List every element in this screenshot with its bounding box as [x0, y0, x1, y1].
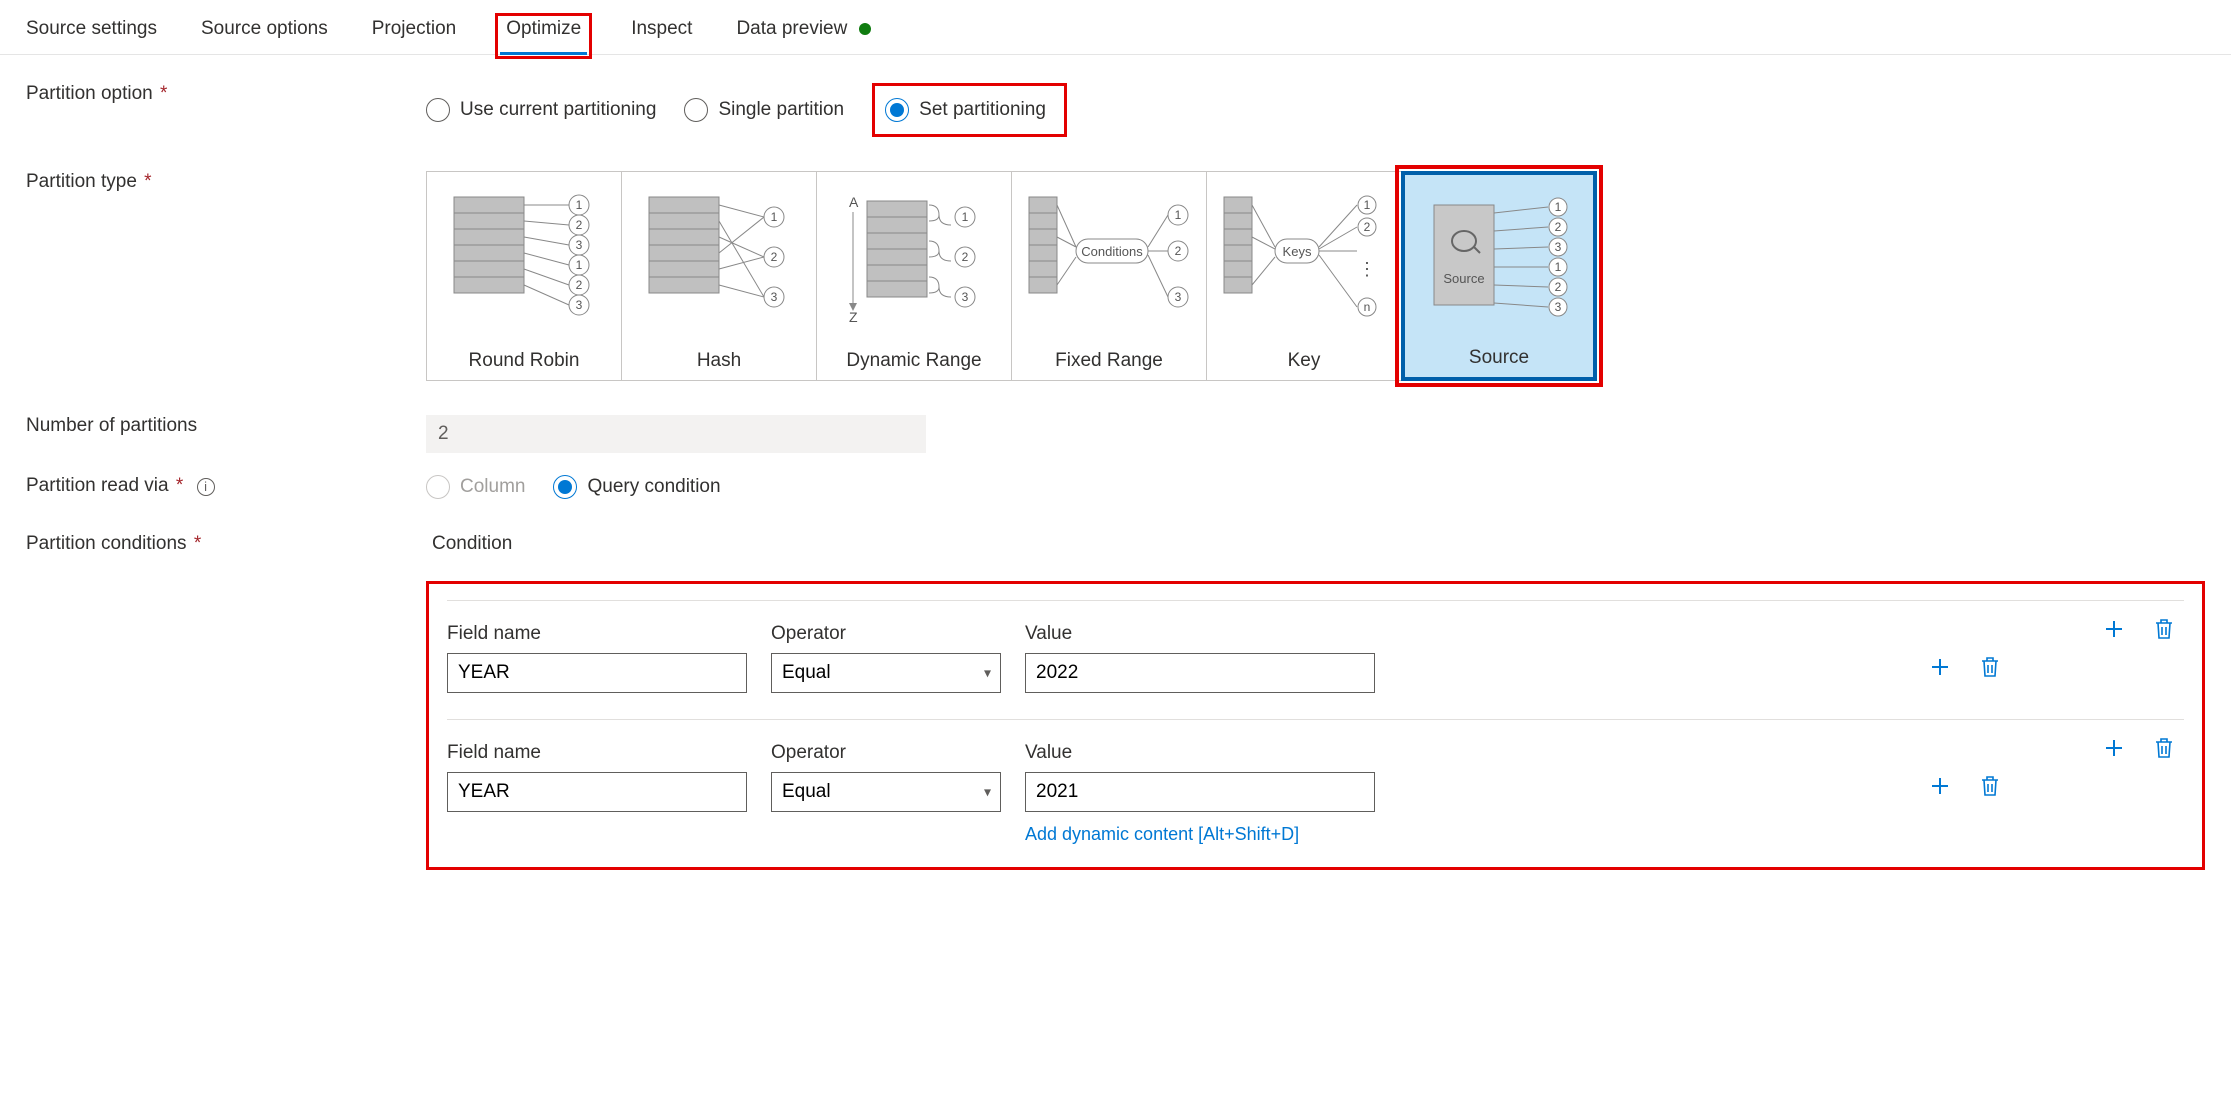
label-partition-conditions: Partition conditions *: [26, 533, 426, 555]
svg-text:2: 2: [1555, 280, 1562, 294]
label-operator: Operator: [771, 623, 1001, 645]
tile-illustration: Conditions 1 2 3: [1012, 172, 1206, 342]
tab-source-options[interactable]: Source options: [201, 18, 328, 54]
label-number-of-partitions: Number of partitions: [26, 415, 426, 437]
svg-text:Conditions: Conditions: [1081, 244, 1143, 259]
value-input[interactable]: [1025, 653, 1375, 693]
svg-text:3: 3: [771, 290, 778, 304]
radio-use-current-partitioning[interactable]: Use current partitioning: [426, 98, 656, 122]
delete-condition-button[interactable]: [2150, 734, 2178, 762]
info-icon[interactable]: i: [197, 478, 215, 496]
label-operator: Operator: [771, 742, 1001, 764]
tile-illustration: A Z: [817, 172, 1011, 342]
tab-source-settings[interactable]: Source settings: [26, 18, 157, 54]
delete-row-button[interactable]: [1976, 772, 2004, 800]
svg-text:1: 1: [771, 210, 778, 224]
conditions-container: Field name Operator ▾ Value: [426, 581, 2205, 870]
svg-text:Source: Source: [1443, 271, 1484, 286]
status-dot-icon: [859, 23, 871, 35]
tile-key[interactable]: Keys 1 2 ⋮ n: [1206, 171, 1402, 381]
operator-select[interactable]: [771, 653, 1001, 693]
radio-column: Column: [426, 475, 525, 499]
radio-query-condition[interactable]: Query condition: [553, 475, 720, 499]
radio-circle-icon: [684, 98, 708, 122]
svg-text:n: n: [1364, 300, 1371, 314]
tab-projection[interactable]: Projection: [372, 18, 457, 54]
label-value: Value: [1025, 623, 1375, 645]
svg-text:2: 2: [576, 218, 583, 232]
tile-hash[interactable]: 1 2 3 Hash: [621, 171, 817, 381]
svg-text:1: 1: [1555, 200, 1562, 214]
field-name-input[interactable]: [447, 653, 747, 693]
svg-text:3: 3: [1175, 290, 1182, 304]
condition-block: Field name Operator ▾ Value: [447, 719, 2184, 845]
operator-select[interactable]: [771, 772, 1001, 812]
svg-text:2: 2: [771, 250, 778, 264]
label-partition-option: Partition option *: [26, 83, 426, 105]
tab-inspect[interactable]: Inspect: [631, 18, 692, 54]
svg-text:Keys: Keys: [1283, 244, 1312, 259]
add-condition-button[interactable]: [2100, 615, 2128, 643]
field-name-input[interactable]: [447, 772, 747, 812]
add-row-button[interactable]: [1926, 772, 1954, 800]
svg-text:3: 3: [1555, 240, 1562, 254]
label-partition-type: Partition type *: [26, 171, 426, 193]
add-row-button[interactable]: [1926, 653, 1954, 681]
tile-illustration: 1 2 3: [622, 172, 816, 342]
svg-text:1: 1: [1555, 260, 1562, 274]
value-input[interactable]: [1025, 772, 1375, 812]
svg-text:2: 2: [962, 250, 969, 264]
radio-set-partitioning[interactable]: Set partitioning: [885, 98, 1046, 122]
svg-text:A: A: [849, 194, 859, 210]
tab-data-preview[interactable]: Data preview: [736, 18, 870, 54]
svg-text:3: 3: [962, 290, 969, 304]
tile-fixed-range[interactable]: Conditions 1 2 3 Fixed R: [1011, 171, 1207, 381]
tile-illustration: Source 1 2 3 1 2: [1405, 175, 1593, 339]
radio-circle-icon: [553, 475, 577, 499]
add-dynamic-content-link[interactable]: Add dynamic content [Alt+Shift+D]: [1025, 824, 1375, 845]
tab-bar: Source settings Source options Projectio…: [0, 0, 2231, 55]
label-field-name: Field name: [447, 623, 747, 645]
svg-text:3: 3: [576, 238, 583, 252]
tile-dynamic-range[interactable]: A Z: [816, 171, 1012, 381]
delete-condition-button[interactable]: [2150, 615, 2178, 643]
add-condition-button[interactable]: [2100, 734, 2128, 762]
radio-circle-icon: [885, 98, 909, 122]
label-partition-read-via: Partition read via * i: [26, 475, 426, 497]
tab-optimize[interactable]: Optimize: [500, 18, 587, 54]
svg-text:⋮: ⋮: [1358, 259, 1376, 279]
label-field-name: Field name: [447, 742, 747, 764]
svg-text:Z: Z: [849, 309, 858, 325]
svg-text:1: 1: [1364, 198, 1371, 212]
svg-text:2: 2: [1175, 244, 1182, 258]
tile-illustration: Keys 1 2 ⋮ n: [1207, 172, 1401, 342]
tile-source[interactable]: Source 1 2 3 1 2: [1401, 171, 1597, 381]
number-of-partitions-input: [426, 415, 926, 453]
label-value: Value: [1025, 742, 1375, 764]
svg-text:1: 1: [1175, 208, 1182, 222]
tile-illustration: 1 2 3 1 2 3: [427, 172, 621, 342]
radio-single-partition[interactable]: Single partition: [684, 98, 844, 122]
svg-text:1: 1: [576, 198, 583, 212]
svg-text:3: 3: [576, 298, 583, 312]
delete-row-button[interactable]: [1976, 653, 2004, 681]
condition-block: Field name Operator ▾ Value: [447, 600, 2184, 693]
condition-header: Condition: [432, 533, 2205, 555]
svg-text:3: 3: [1555, 300, 1562, 314]
svg-text:1: 1: [576, 258, 583, 272]
tab-data-preview-label: Data preview: [736, 18, 847, 39]
svg-text:2: 2: [576, 278, 583, 292]
svg-text:2: 2: [1364, 220, 1371, 234]
svg-text:2: 2: [1555, 220, 1562, 234]
svg-text:1: 1: [962, 210, 969, 224]
radio-circle-icon: [426, 475, 450, 499]
tile-round-robin[interactable]: 1 2 3 1 2 3 Round Robin: [426, 171, 622, 381]
radio-circle-icon: [426, 98, 450, 122]
